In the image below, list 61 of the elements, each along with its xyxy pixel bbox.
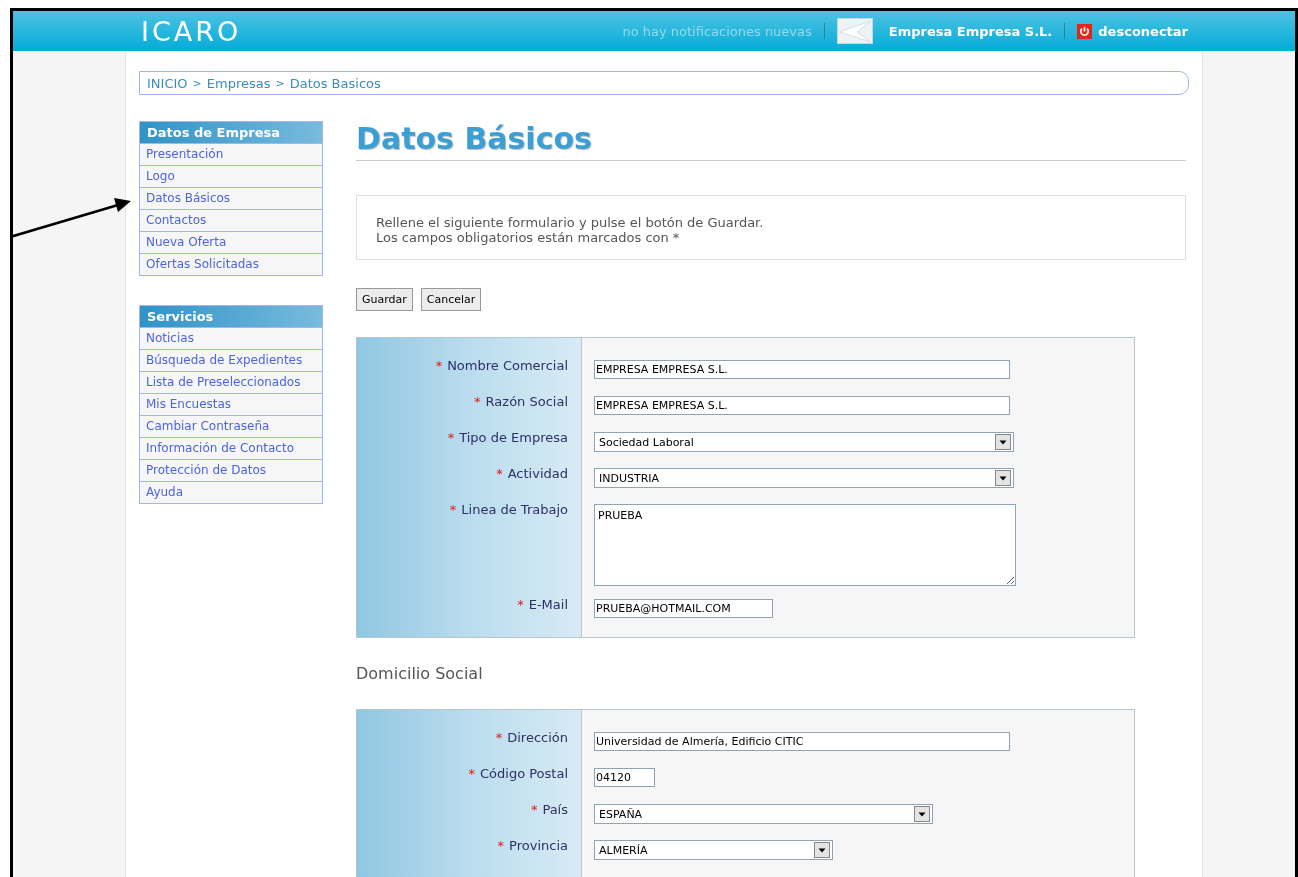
notifications-text: no hay notificaciones nuevas	[622, 23, 812, 39]
textarea-field[interactable]: PRUEBA	[594, 504, 1016, 586]
field-label: Dirección	[507, 730, 568, 745]
required-asterisk: *	[468, 766, 475, 781]
field-label: Código Postal	[480, 766, 568, 781]
field-label: Linea de Trabajo	[461, 502, 568, 517]
sidebar-item[interactable]: Logo	[140, 165, 322, 187]
sidebar-item[interactable]: Búsqueda de Expedientes	[140, 349, 322, 371]
sidebar-item[interactable]: Cambiar Contraseña	[140, 415, 322, 437]
dropdown-field[interactable]: Sociedad Laboral	[594, 432, 1014, 452]
sidebar-item[interactable]: Contactos	[140, 209, 322, 231]
required-asterisk: *	[449, 502, 457, 517]
cancel-button[interactable]: Cancelar	[420, 288, 482, 311]
menu-heading: Datos de Empresa	[140, 122, 322, 143]
envelope-icon	[836, 18, 873, 44]
menu-heading: Servicios	[140, 306, 322, 327]
save-button[interactable]: Guardar	[356, 288, 413, 311]
sidebar-item[interactable]: Ofertas Solicitadas	[140, 253, 322, 275]
field-label: País	[542, 802, 568, 817]
input-field[interactable]: Universidad de Almería, Edificio CITIC	[594, 732, 1010, 751]
input-field[interactable]: EMPRESA EMPRESA S.L.	[594, 360, 1010, 379]
field-label: Nombre Comercial	[447, 358, 568, 373]
required-asterisk: *	[497, 838, 505, 853]
sidebar-item[interactable]: Datos Básicos	[140, 187, 322, 209]
sidebar-item[interactable]: Lista de Preseleccionados	[140, 371, 322, 393]
input-field[interactable]: PRUEBA@HOTMAIL.COM	[594, 599, 773, 618]
dropdown-field[interactable]: ESPAÑA	[594, 804, 933, 824]
sidebar-item[interactable]: Protección de Datos	[140, 459, 322, 481]
sidebar-item[interactable]: Información de Contacto	[140, 437, 322, 459]
input-field[interactable]: EMPRESA EMPRESA S.L.	[594, 396, 1010, 415]
breadcrumb-link[interactable]: Datos Basicos	[289, 75, 381, 91]
sidebar-item[interactable]: Presentación	[140, 143, 322, 165]
required-asterisk: *	[447, 430, 455, 445]
field-label: Tipo de Empresa	[459, 430, 568, 445]
required-asterisk: *	[474, 394, 481, 409]
sidebar-item[interactable]: Noticias	[140, 327, 322, 349]
notice-text: Rellene el siguiente formulario y pulse el botón de Guardar.	[376, 215, 765, 230]
required-asterisk: *	[517, 597, 524, 612]
breadcrumb-separator: >	[192, 76, 202, 90]
notice-text: Los campos obligatorios están marcados con *	[376, 230, 681, 245]
section-title: Domicilio Social	[356, 664, 484, 683]
sidebar-item[interactable]: Ayuda	[140, 481, 322, 503]
logo: ICARO	[141, 15, 242, 47]
required-asterisk: *	[496, 466, 503, 481]
field-label: E-Mail	[528, 597, 568, 612]
breadcrumb-link[interactable]: Empresas	[206, 75, 271, 91]
dropdown-field[interactable]: INDUSTRIA	[594, 468, 1014, 488]
breadcrumb-link[interactable]: INICIO	[147, 75, 188, 91]
field-label: Provincia	[509, 838, 568, 853]
field-label: Actividad	[507, 466, 568, 481]
required-asterisk: *	[435, 358, 443, 373]
page-title: Datos Básicos	[356, 121, 1186, 161]
input-field[interactable]: 04120	[594, 768, 655, 787]
required-asterisk: *	[495, 730, 503, 745]
field-label: Razón Social	[485, 394, 568, 409]
breadcrumb-separator: >	[275, 76, 285, 90]
sidebar-item[interactable]: Nueva Oferta	[140, 231, 322, 253]
dropdown-field[interactable]: ALMERÍA	[594, 840, 833, 860]
sidebar-item[interactable]: Mis Encuestas	[140, 393, 322, 415]
required-asterisk: *	[530, 802, 538, 817]
power-icon	[1077, 23, 1093, 39]
